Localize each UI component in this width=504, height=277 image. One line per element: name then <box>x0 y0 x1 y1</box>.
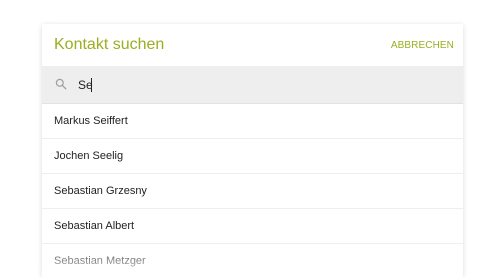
list-item-label: Sebastian Grzesny <box>54 185 147 197</box>
search-input[interactable] <box>75 75 448 95</box>
search-icon <box>55 77 67 90</box>
list-item-label: Markus Seiffert <box>54 115 128 127</box>
dialog-title: Kontakt suchen <box>54 36 165 53</box>
search-bar <box>42 66 463 104</box>
results-list[interactable]: Markus Seiffert Jochen Seelig Sebastian … <box>42 104 463 277</box>
text-caret <box>91 78 92 92</box>
list-item[interactable]: Jochen Seelig <box>42 139 463 174</box>
list-item[interactable]: Sebastian Albert <box>42 209 463 244</box>
list-item[interactable]: Sebastian Metzger <box>42 244 463 277</box>
list-item[interactable]: Sebastian Grzesny <box>42 174 463 209</box>
list-item-label: Jochen Seelig <box>54 150 124 162</box>
list-item[interactable]: Markus Seiffert <box>42 104 463 139</box>
contact-search-dialog: Kontakt suchen ABBRECHEN Markus Seiffert… <box>42 24 463 277</box>
cancel-button[interactable]: ABBRECHEN <box>391 40 454 51</box>
list-item-label: Sebastian Metzger <box>54 255 146 267</box>
list-item-label: Sebastian Albert <box>54 220 135 232</box>
dialog-header: Kontakt suchen ABBRECHEN <box>42 24 463 66</box>
